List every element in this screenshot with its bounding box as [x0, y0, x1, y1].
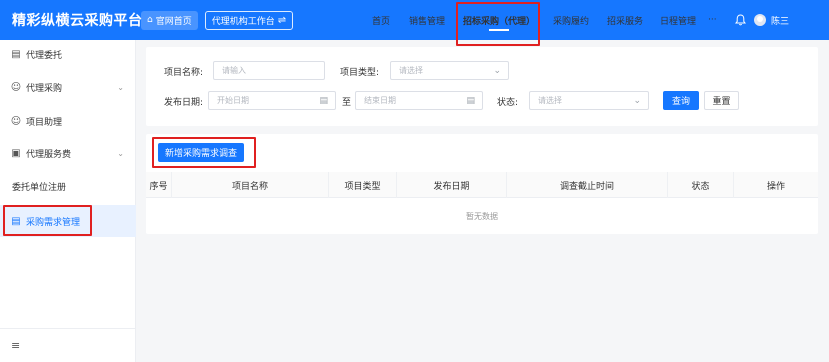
column-header-publish-date: 发布日期 — [397, 172, 507, 198]
nav-item-fulfillment[interactable]: 采购履约 — [553, 0, 589, 40]
workspace-switch-button[interactable]: 代理机构工作台 ⇌ — [204, 10, 294, 30]
sidebar-item-label: 委托单位注册 — [12, 182, 67, 193]
column-header-project-name: 项目名称 — [172, 172, 329, 198]
placeholder-text: 请选择 — [538, 96, 562, 105]
column-header-actions: 操作 — [766, 181, 785, 192]
nav-item-service[interactable]: 招采服务 — [607, 0, 643, 40]
sidebar: ▤ 代理委托 ☺ 代理采购 ⌄ ☺ 项目助理 ▣ 代理服务费 ⌄ 委托单位注册 … — [0, 40, 136, 362]
nav-label: 采购履约 — [553, 16, 590, 27]
chevron-down-icon: ⌄ — [117, 148, 124, 158]
date-range-separator: 至 — [342, 98, 352, 108]
avatar — [754, 14, 766, 26]
status-select[interactable]: 请选择 ⌄ — [529, 91, 649, 110]
sidebar-item-label: 代理采购 — [26, 83, 63, 94]
filter-panel — [146, 47, 818, 126]
username[interactable]: 陈三 — [771, 0, 789, 40]
highlight-box-nav — [456, 2, 540, 46]
sidebar-item-client-registration[interactable]: 委托单位注册 — [0, 172, 136, 200]
nav-item-sales[interactable]: 销售管理 — [409, 0, 445, 40]
collapse-sidebar-button[interactable]: ≡ — [0, 328, 136, 362]
bell-icon — [735, 14, 746, 26]
status-label: 状态: — [497, 98, 519, 108]
chevron-down-icon: ⌄ — [493, 65, 501, 76]
highlight-box-sidebar — [3, 205, 92, 236]
publish-date-label: 发布日期: — [164, 98, 204, 108]
nav-label: 日程管理 — [660, 16, 697, 27]
document-icon: ▤ — [11, 48, 21, 60]
placeholder-text: 结束日期 — [364, 96, 396, 105]
sidebar-item-agency-delegation[interactable]: ▤ 代理委托 — [0, 40, 136, 68]
placeholder-text: 请选择 — [399, 66, 423, 75]
fee-icon: ▣ — [11, 147, 21, 159]
sidebar-item-label: 代理服务费 — [26, 149, 72, 160]
home-label: 官网首页 — [155, 16, 192, 27]
sidebar-item-label: 代理委托 — [26, 50, 63, 61]
end-date-picker[interactable]: 结束日期 ▤ — [355, 91, 483, 110]
chevron-down-icon: ⌄ — [117, 82, 124, 92]
column-header-deadline: 调查截止时间 — [507, 172, 668, 198]
switch-icon: ⇌ — [277, 14, 287, 26]
sidebar-item-agency-procurement[interactable]: ☺ 代理采购 ⌄ — [0, 73, 136, 101]
nav-label: 招采服务 — [607, 16, 644, 27]
nav-label: 销售管理 — [409, 16, 446, 27]
column-header-status: 状态 — [668, 172, 734, 198]
highlight-box-add-button — [152, 137, 256, 168]
reset-button[interactable]: 重置 — [704, 91, 739, 110]
chevron-down-icon: ⌄ — [633, 95, 641, 106]
brand-title: 精彩纵横云采购平台 — [12, 13, 143, 29]
nav-more-button[interactable]: ··· — [708, 0, 717, 40]
home-icon: ⌂ — [147, 15, 153, 25]
column-header-index: 序号 — [146, 172, 172, 198]
calendar-icon: ▤ — [466, 95, 475, 106]
project-name-input[interactable]: 请输入 — [213, 61, 325, 80]
home-button[interactable]: ⌂ 官网首页 — [141, 10, 198, 30]
start-date-picker[interactable]: 开始日期 ▤ — [208, 91, 336, 110]
nav-item-home[interactable]: 首页 — [372, 0, 390, 40]
menu-fold-icon: ≡ — [11, 339, 21, 352]
sidebar-item-service-fee[interactable]: ▣ 代理服务费 ⌄ — [0, 139, 136, 167]
nav-item-schedule[interactable]: 日程管理 — [660, 0, 696, 40]
sidebar-item-label: 项目助理 — [26, 117, 63, 128]
notification-bell[interactable] — [735, 0, 746, 40]
sidebar-item-project-assistant[interactable]: ☺ 项目助理 — [0, 107, 136, 135]
project-type-label: 项目类型: — [340, 68, 380, 78]
query-button[interactable]: 查询 — [663, 91, 699, 110]
calendar-icon: ▤ — [319, 95, 328, 106]
table-header: 序号 项目名称 项目类型 发布日期 调查截止时间 状态 操作 — [146, 172, 818, 198]
placeholder-text: 开始日期 — [217, 96, 249, 105]
user-menu[interactable] — [754, 0, 766, 40]
workspace-label: 代理机构工作台 — [211, 16, 275, 27]
project-type-select[interactable]: 请选择 ⌄ — [390, 61, 509, 80]
user-group-icon: ☺ — [10, 81, 22, 93]
nav-label: 首页 — [372, 16, 391, 27]
empty-state: 暂无数据 — [146, 199, 818, 233]
more-label: ··· — [708, 15, 717, 25]
user-icon: ☺ — [10, 115, 22, 127]
placeholder-text: 请输入 — [222, 66, 246, 75]
project-name-label: 项目名称: — [164, 68, 204, 78]
column-header-project-type: 项目类型 — [329, 172, 397, 198]
username-label: 陈三 — [771, 16, 790, 27]
